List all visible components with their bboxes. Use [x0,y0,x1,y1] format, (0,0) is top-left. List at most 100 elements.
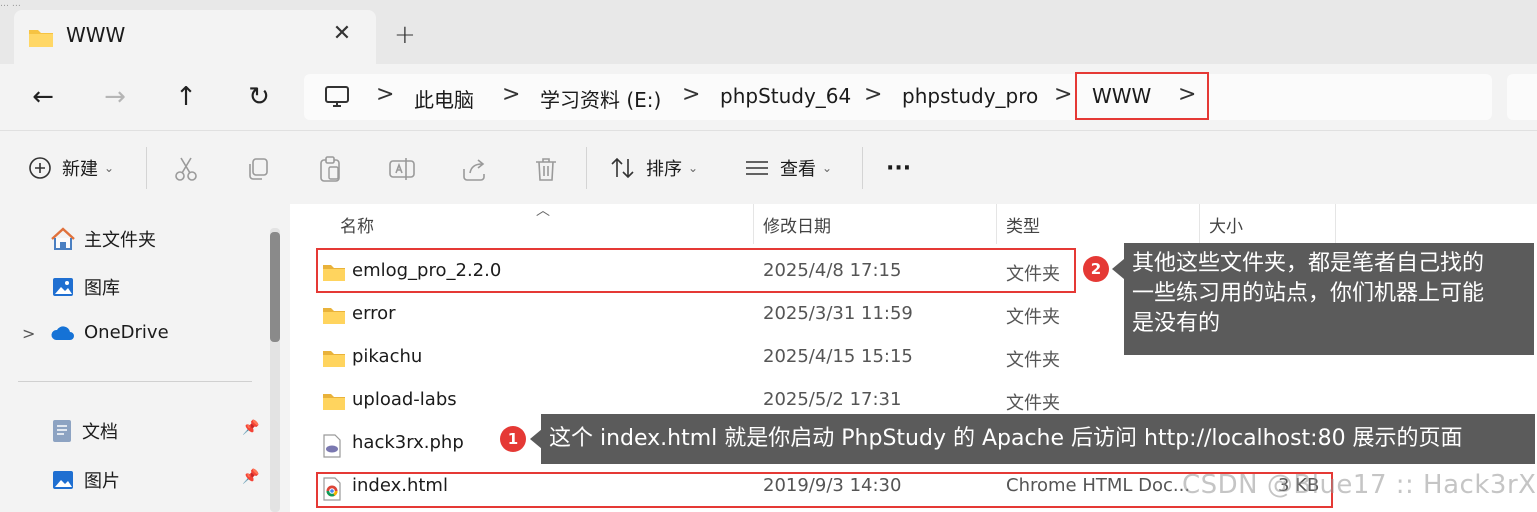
callout-badge-1: 1 [500,426,526,452]
view-list-icon [746,161,768,175]
callout-line: 其他这些文件夹，都是笔者自己找的 [1132,251,1485,276]
toolbar-separator [146,147,147,189]
breadcrumb-chevron[interactable]: > [1054,82,1072,107]
home-icon [51,227,75,250]
breadcrumb-drive-e[interactable]: 学习资料 (E:) [540,84,661,113]
callout-pointer [1112,259,1124,279]
breadcrumb-phpstudy-pro[interactable]: phpstudy_pro [902,84,1038,108]
chevron-down-icon: ⌄ [104,161,115,175]
breadcrumb-chevron[interactable]: > [864,82,882,107]
sidebar-divider [18,381,252,382]
new-button[interactable]: 新建 ⌄ [28,153,114,183]
folder-icon [323,394,345,410]
folder-icon [29,30,53,47]
search-box[interactable] [1507,74,1537,120]
address-bar[interactable]: > 此电脑 > 学习资料 (E:) > phpStudy_64 > phpstu… [304,74,1492,120]
callout-tooltip-1: 这个 index.html 就是你启动 PhpStudy 的 Apache 后访… [541,414,1535,464]
document-icon [53,420,71,442]
view-label: 查看 [780,159,816,180]
forward-button[interactable]: → [98,82,132,112]
close-tab-button[interactable]: ✕ [330,22,354,46]
command-bar: 新建 ⌄ 排序 ⌄ 查看 ⌄ ··· [0,130,1537,205]
sort-button[interactable]: 排序 ⌄ [610,153,698,183]
toolbar-separator [586,147,587,189]
php-file-icon [323,434,341,458]
file-type: 文件夹 [1006,350,1060,371]
delete-icon[interactable] [532,155,560,183]
sidebar-item-onedrive[interactable]: OneDrive [50,322,169,343]
sidebar-item-label: 图片 [84,471,120,492]
sidebar-item-label: 文档 [82,422,118,443]
file-modified: 2025/5/2 17:31 [763,389,902,410]
clipped-title-text: … … [0,0,21,9]
view-button[interactable]: 查看 ⌄ [744,153,832,183]
cloud-icon [51,325,74,340]
sidebar-item-documents[interactable]: 文档 [50,418,118,444]
sidebar-scrollbar[interactable] [270,228,280,512]
file-name: error [352,303,396,324]
sidebar-item-gallery[interactable]: 图库 [50,274,120,300]
pictures-icon [53,471,73,489]
cut-icon[interactable] [172,155,200,183]
sort-label: 排序 [646,159,682,180]
tab-www[interactable]: WWW ✕ [14,10,376,64]
refresh-button[interactable]: ↻ [242,82,276,112]
breadcrumb-phpstudy64[interactable]: phpStudy_64 [720,84,851,108]
rename-icon[interactable] [388,155,416,183]
callout-line: 一些练习用的站点，你们机器上可能 [1132,281,1485,306]
tab-title: WWW [66,23,126,47]
sidebar-item-label: 主文件夹 [84,230,156,251]
computer-icon [325,86,349,107]
new-tab-button[interactable]: + [394,22,416,48]
gallery-icon [53,278,73,296]
file-type: 文件夹 [1006,307,1060,328]
breadcrumb-chevron[interactable]: > [502,82,520,107]
breadcrumb-this-pc[interactable]: 此电脑 [414,84,474,113]
plus-circle-icon [29,157,51,179]
column-header-type[interactable]: 类型 [1006,212,1040,237]
share-icon[interactable] [460,155,488,183]
breadcrumb-chevron[interactable]: > [376,82,394,107]
pin-icon[interactable]: 📌 [242,420,259,436]
more-options-button[interactable]: ··· [886,153,911,183]
tab-strip: … … WWW ✕ + [0,0,1537,64]
back-button[interactable]: ← [26,82,60,112]
watermark: CSDN @Blue17 :: Hack3rX [1182,470,1537,500]
column-divider[interactable] [1335,204,1336,244]
column-header-name[interactable]: 名称 [340,212,374,237]
sort-ascending-icon: ︿ [536,203,550,219]
folder-icon [323,308,345,324]
folder-icon [323,351,345,367]
sidebar-item-label: OneDrive [84,322,169,343]
column-divider[interactable] [753,204,754,244]
emlog-highlight-box [316,248,1076,293]
sidebar-item-pictures[interactable]: 图片 [50,467,120,493]
scrollbar-thumb[interactable] [270,232,280,342]
column-header-size[interactable]: 大小 [1209,212,1243,237]
sidebar-item-label: 图库 [84,278,120,299]
column-divider[interactable] [1199,204,1200,244]
file-name: upload-labs [352,389,457,410]
file-type: 文件夹 [1006,393,1060,414]
chevron-down-icon: ⌄ [822,161,833,175]
callout-line: 是没有的 [1132,311,1221,336]
index-highlight-box [316,472,1333,508]
copy-icon[interactable] [244,155,272,183]
callout-tooltip-2: 其他这些文件夹，都是笔者自己找的 一些练习用的站点，你们机器上可能 是没有的 [1124,243,1534,355]
chevron-right-icon[interactable]: > [22,324,35,343]
navigation-pane: 主文件夹 图库 > OneDrive 文档 📌 图片 📌 [0,204,290,512]
column-header-modified[interactable]: 修改日期 [763,212,831,237]
file-name: pikachu [352,346,423,367]
file-name: hack3rx.php [352,432,464,453]
column-divider[interactable] [996,204,997,244]
new-label: 新建 [62,159,98,180]
paste-icon[interactable] [316,155,344,183]
sidebar-item-home[interactable]: 主文件夹 [50,226,156,252]
callout-badge-2: 2 [1083,256,1109,282]
www-highlight-box [1075,72,1209,120]
breadcrumb-chevron[interactable]: > [682,82,700,107]
navigation-bar: ← → ↑ ↻ > 此电脑 > 学习资料 (E:) > phpStudy_64 … [0,64,1537,130]
file-modified: 2025/3/31 11:59 [763,303,913,324]
pin-icon[interactable]: 📌 [242,469,259,485]
up-button[interactable]: ↑ [169,82,203,112]
